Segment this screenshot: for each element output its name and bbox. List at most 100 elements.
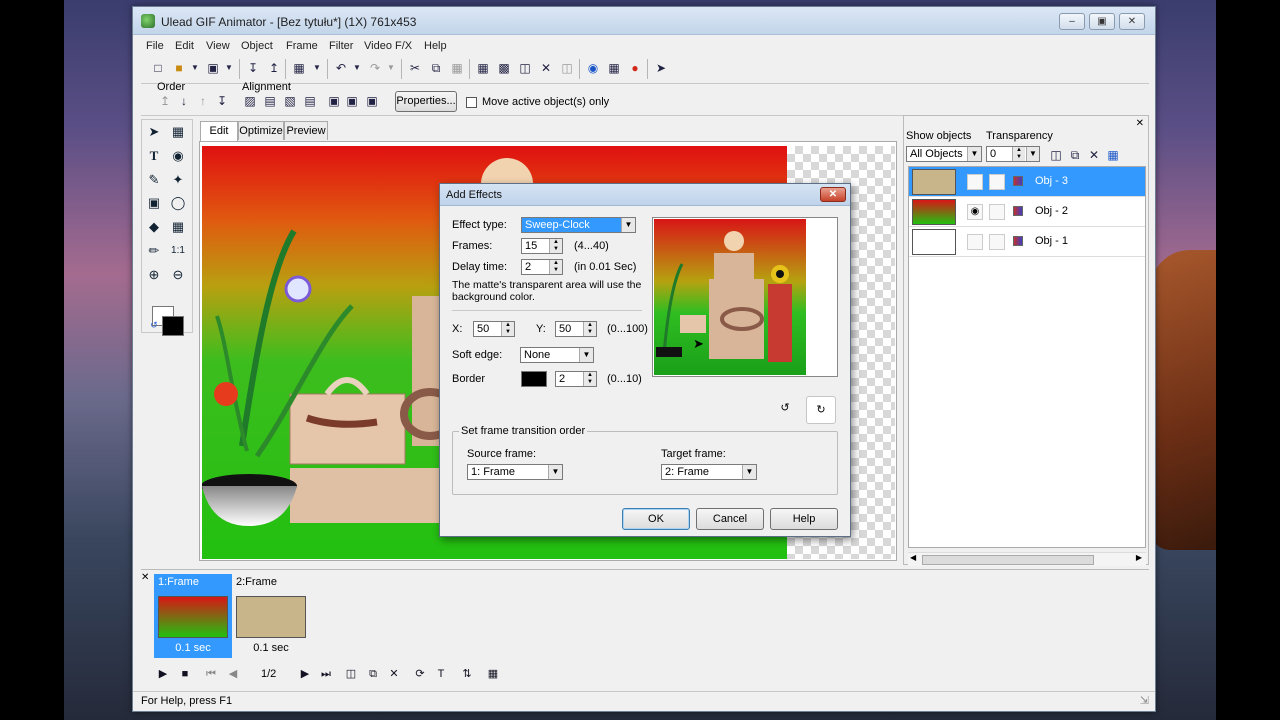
object-row[interactable]: Obj - 3 — [909, 167, 1145, 197]
frames-spinner[interactable]: 15 ▲ ▼ — [521, 238, 563, 254]
spinner-arrows-icon[interactable]: ▲ ▼ — [583, 322, 596, 336]
bring-to-front-icon[interactable]: ↥ — [157, 93, 173, 109]
menu-file[interactable]: File — [146, 40, 164, 52]
scroll-left-icon[interactable]: ◀ — [910, 553, 916, 562]
help-button[interactable]: Help — [770, 508, 838, 530]
frame-item[interactable]: 1:Frame 0.1 sec — [154, 574, 232, 658]
menu-filter[interactable]: Filter — [329, 40, 353, 52]
y-spinner[interactable]: 50 ▲ ▼ — [555, 321, 597, 337]
fill-tool-icon[interactable]: ◆ — [145, 218, 163, 236]
close-button[interactable]: ✕ — [1119, 13, 1145, 30]
play-icon[interactable]: ▶ — [155, 666, 171, 682]
send-to-back-icon[interactable]: ↧ — [214, 93, 230, 109]
resize-grip-icon[interactable]: ⇲ — [1140, 694, 1149, 707]
transform-tool-icon[interactable]: ◉ — [169, 147, 187, 165]
delete-object-icon[interactable]: ✕ — [1086, 147, 1102, 163]
show-objects-select[interactable]: All Objects ▼ — [906, 146, 982, 162]
add-image-dropdown-icon[interactable]: ▼ — [309, 60, 325, 76]
cancel-button[interactable]: Cancel — [696, 508, 764, 530]
align-hcenter-icon[interactable]: ▤ — [262, 93, 278, 109]
previous-frame-icon[interactable]: ◀ — [225, 666, 241, 682]
redo-icon[interactable]: ↷ — [367, 60, 383, 76]
last-frame-icon[interactable]: ⏭ — [318, 666, 334, 682]
chevron-down-icon[interactable]: ▼ — [1026, 147, 1039, 161]
new-file-icon[interactable]: □ — [150, 60, 166, 76]
delete-frame-icon[interactable]: ✕ — [386, 666, 402, 682]
object-row[interactable]: Obj - 1 — [909, 227, 1145, 257]
move-up-icon[interactable]: ↑ — [195, 93, 211, 109]
properties-button[interactable]: Properties... — [395, 91, 457, 112]
spinner-arrows-icon[interactable]: ▲ ▼ — [583, 372, 596, 386]
maximize-button[interactable]: ▣ — [1089, 13, 1115, 30]
frame-properties-icon[interactable]: ▦ — [485, 666, 501, 682]
save-icon[interactable]: ▣ — [205, 60, 221, 76]
add-frame-icon[interactable]: ◫ — [343, 666, 359, 682]
undo-icon[interactable]: ↶ — [333, 60, 349, 76]
horizontal-scrollbar[interactable]: ◀ ▶ — [908, 552, 1146, 566]
delete-frame-icon[interactable]: ✕ — [538, 60, 554, 76]
lock-toggle[interactable] — [989, 204, 1005, 220]
web-preview-icon[interactable]: ◉ — [585, 60, 601, 76]
spinner-arrows-icon[interactable]: ▲ ▼ — [549, 260, 562, 274]
tab-preview[interactable]: Preview — [284, 121, 328, 140]
lasso-tool-icon[interactable]: ◯ — [169, 194, 187, 212]
stop-icon[interactable]: ● — [627, 60, 643, 76]
minimize-button[interactable]: – — [1059, 13, 1085, 30]
swap-colors-icon[interactable]: ↺ — [145, 316, 163, 334]
menu-edit[interactable]: Edit — [175, 40, 194, 52]
actual-size-icon[interactable]: 1:1 — [169, 242, 187, 260]
tween-icon[interactable]: ⟳ — [412, 666, 428, 682]
spinner-arrows-icon[interactable]: ▲ ▼ — [549, 239, 562, 253]
target-frame-select[interactable]: 2: Frame ▼ — [661, 464, 757, 480]
stop-icon[interactable]: ■ — [177, 666, 193, 682]
rotate-cw-button[interactable]: ↻ — [806, 396, 836, 424]
import-icon[interactable]: ↧ — [245, 60, 261, 76]
undo-dropdown-icon[interactable]: ▼ — [349, 60, 365, 76]
pick-tool-icon[interactable]: ➤ — [145, 123, 163, 141]
duplicate-object-icon[interactable]: ◫ — [1048, 147, 1064, 163]
copy-object-icon[interactable]: ⧉ — [1067, 147, 1083, 163]
align-vcenter-icon[interactable]: ▣ — [326, 93, 342, 109]
scroll-right-icon[interactable]: ▶ — [1136, 553, 1142, 562]
lock-toggle[interactable] — [989, 234, 1005, 250]
move-down-icon[interactable]: ↓ — [176, 93, 192, 109]
copy-icon[interactable]: ⧉ — [428, 60, 444, 76]
context-help-icon[interactable]: ➤ — [653, 60, 669, 76]
source-frame-select[interactable]: 1: Frame ▼ — [467, 464, 563, 480]
frame-panel-close-icon[interactable]: ✕ — [141, 572, 149, 583]
ok-button[interactable]: OK — [622, 508, 690, 530]
zoom-in-icon[interactable]: ⊕ — [145, 266, 163, 284]
eraser-tool-icon[interactable]: ▣ — [145, 194, 163, 212]
lock-toggle[interactable] — [989, 174, 1005, 190]
redo-dropdown-icon[interactable]: ▼ — [383, 60, 399, 76]
transparency-spinner[interactable]: 0 ▲ ▼ ▼ — [986, 146, 1040, 162]
spinner-arrows-icon[interactable]: ▲ ▼ — [501, 322, 514, 336]
tab-edit[interactable]: Edit — [200, 121, 238, 141]
x-spinner[interactable]: 50 ▲ ▼ — [473, 321, 515, 337]
eyedropper-tool-icon[interactable]: ✏ — [145, 242, 163, 260]
dialog-title-bar[interactable]: Add Effects ✕ — [440, 184, 850, 206]
menu-help[interactable]: Help — [424, 40, 447, 52]
align-left-icon[interactable]: ▨ — [242, 93, 258, 109]
text-tool-icon[interactable]: T — [145, 147, 163, 165]
tab-optimize[interactable]: Optimize — [238, 121, 284, 140]
menu-view[interactable]: View — [206, 40, 230, 52]
background-color[interactable] — [162, 316, 184, 336]
title-bar[interactable]: Ulead GIF Animator - [Bez tytułu*] (1X) … — [133, 7, 1155, 35]
frame-item[interactable]: 2:Frame 0.1 sec — [232, 574, 310, 658]
duplicate-frame-icon[interactable]: ⧉ — [365, 666, 381, 682]
frame-properties-icon[interactable]: ▩ — [496, 60, 512, 76]
menu-object[interactable]: Object — [241, 40, 273, 52]
crop-tool-icon[interactable]: ▦ — [169, 218, 187, 236]
rotate-ccw-button[interactable]: ↺ — [770, 398, 800, 420]
menu-frame[interactable]: Frame — [286, 40, 318, 52]
panel-close-icon[interactable]: ✕ — [1136, 118, 1144, 129]
marquee-tool-icon[interactable]: ▦ — [169, 123, 187, 141]
border-color-swatch[interactable] — [521, 371, 547, 387]
object-properties-icon[interactable]: ▦ — [1105, 147, 1121, 163]
align-right-icon[interactable]: ▧ — [282, 93, 298, 109]
add-image-icon[interactable]: ▦ — [291, 60, 307, 76]
optimize-icon[interactable]: ▦ — [606, 60, 622, 76]
first-frame-icon[interactable]: ⏮ — [203, 666, 219, 682]
zoom-out-icon[interactable]: ⊖ — [169, 266, 187, 284]
